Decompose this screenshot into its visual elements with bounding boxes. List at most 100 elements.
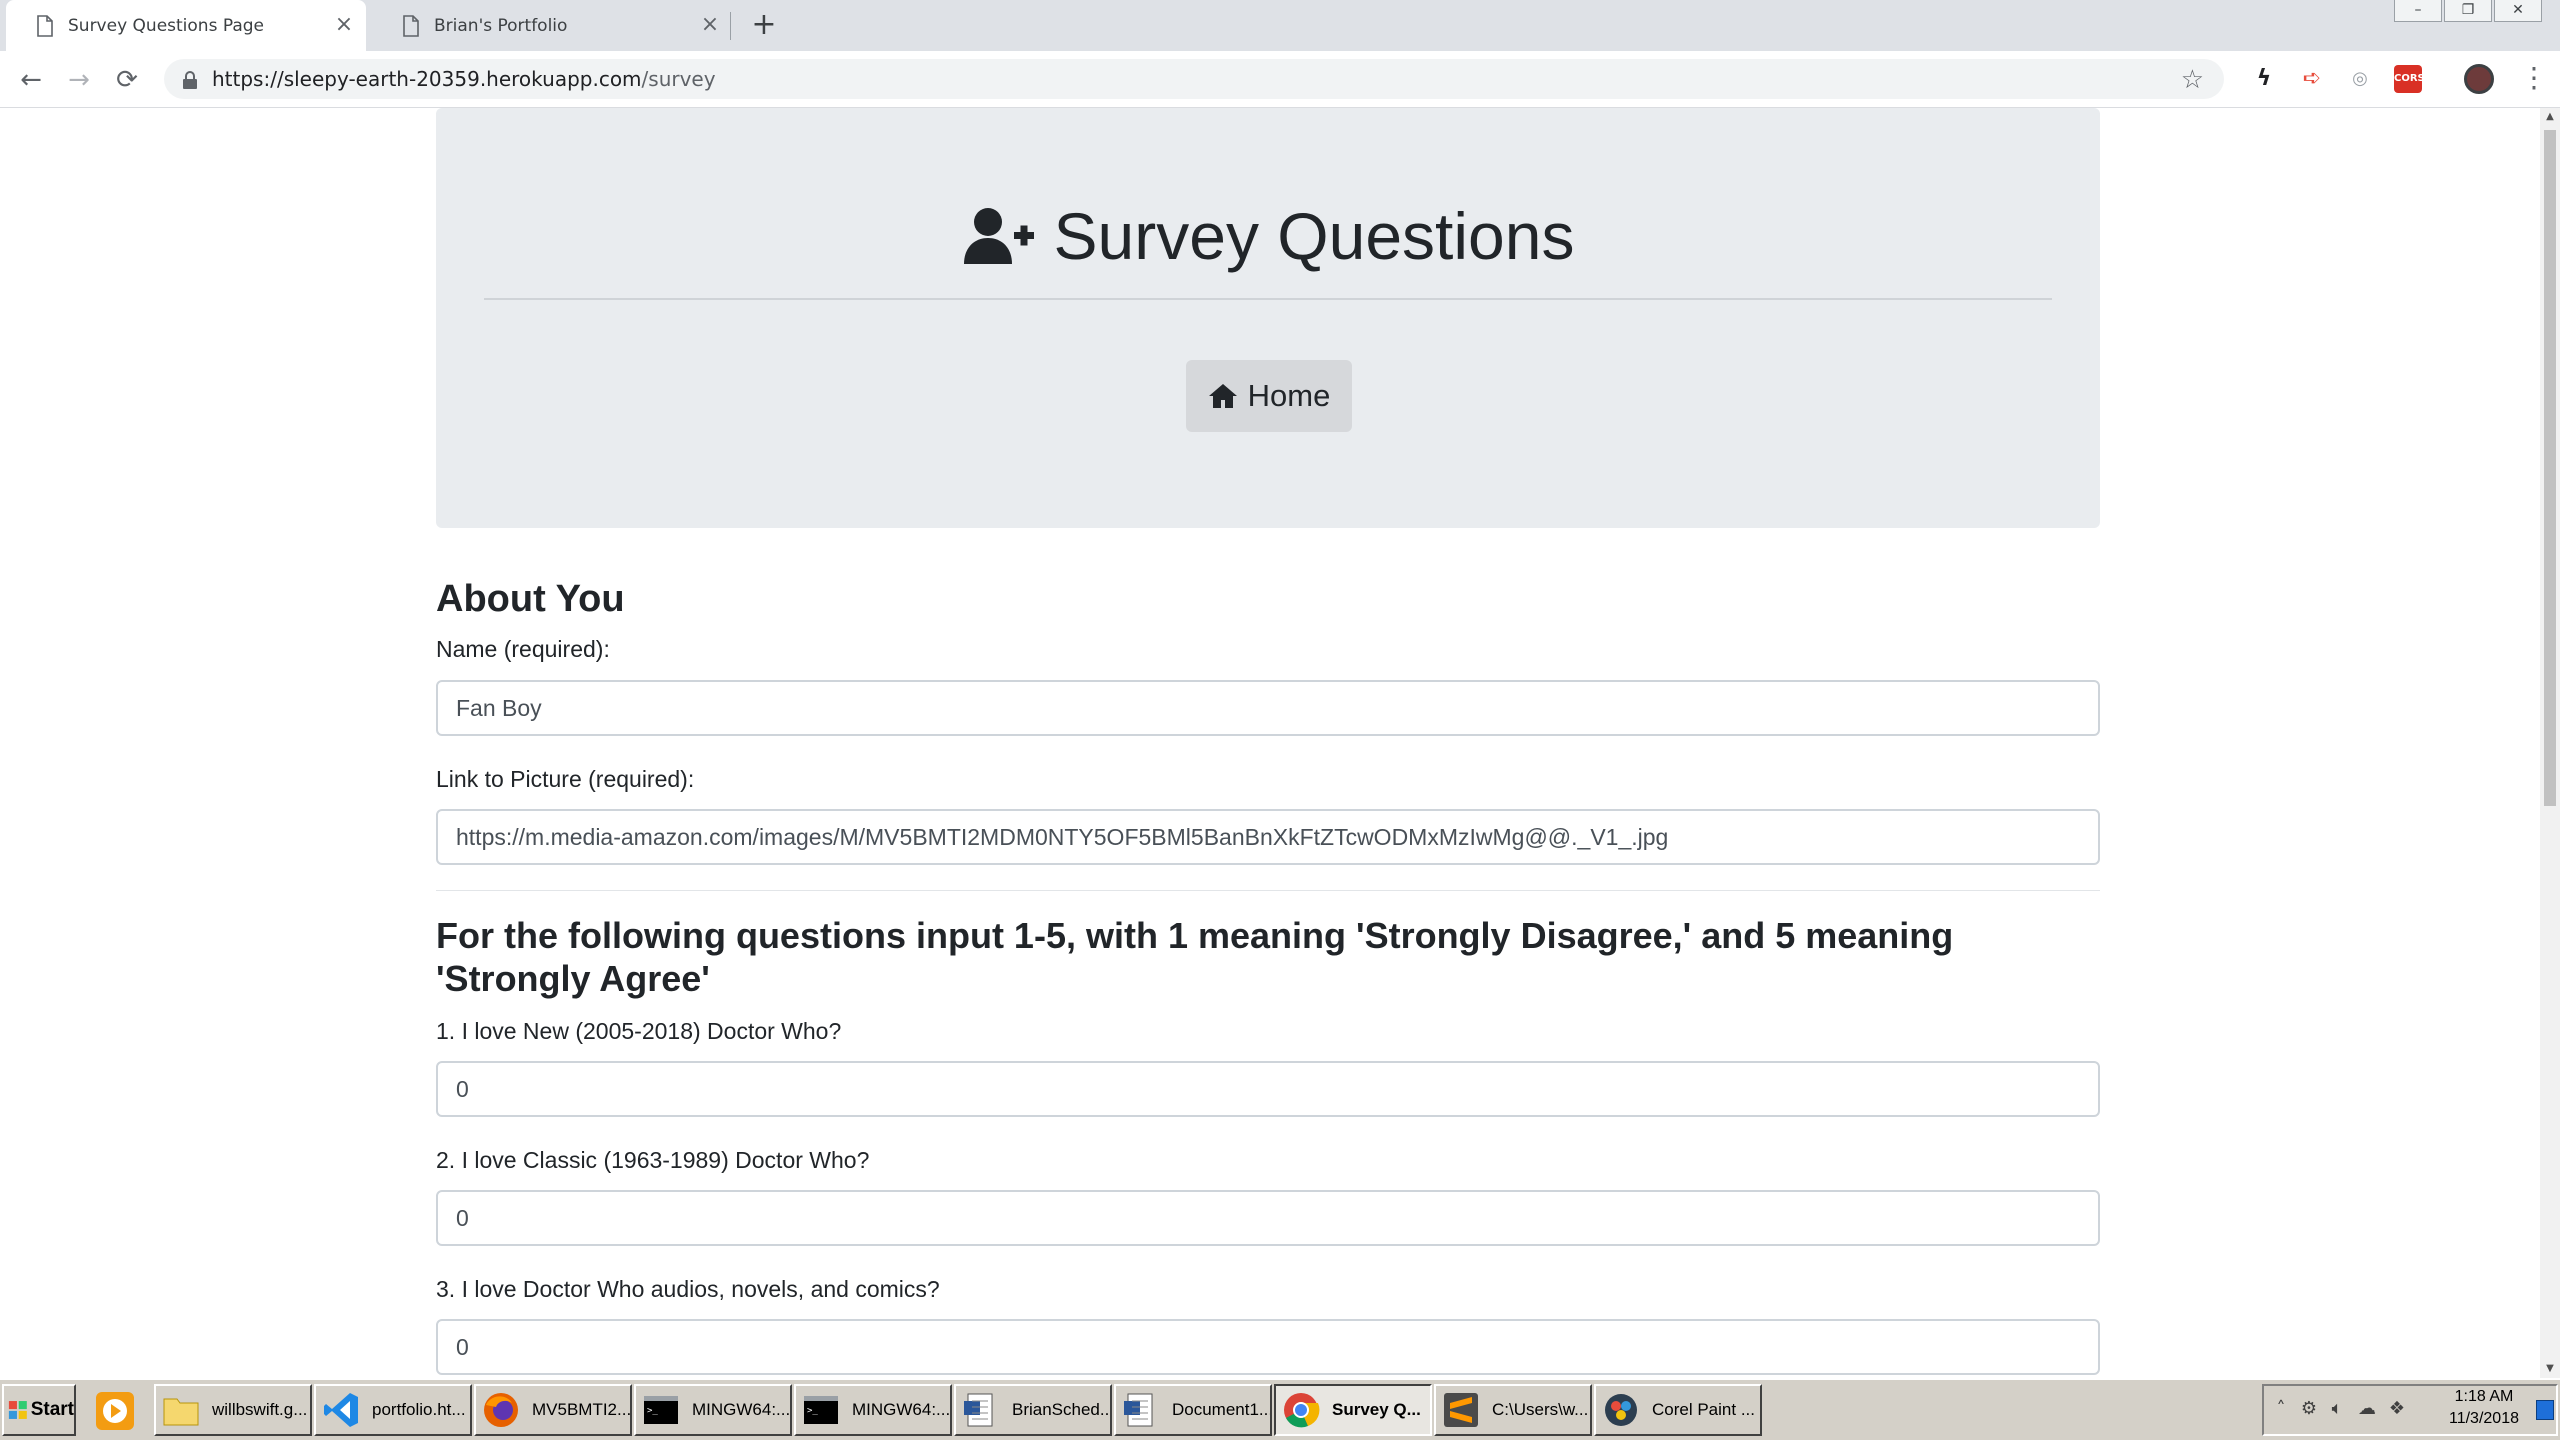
clock-time: 1:18 AM (2454, 1388, 2514, 1405)
name-input[interactable]: Fan Boy (436, 680, 2100, 736)
question-input[interactable]: 0 (436, 1190, 2100, 1246)
page-icon (37, 14, 53, 37)
lock-icon (183, 71, 197, 89)
scroll-down-icon[interactable]: ▼ (2544, 1362, 2556, 1376)
clock-date: 11/3/2018 (2449, 1410, 2519, 1427)
profile-avatar[interactable] (2464, 64, 2494, 94)
home-button-label: Home (1247, 378, 1331, 413)
firefox-icon (484, 1393, 518, 1427)
question-label: 1. I love New (2005-2018) Doctor Who? (436, 1018, 842, 1044)
close-tab-icon[interactable]: × (332, 13, 356, 37)
svg-text:>_: >_ (647, 1406, 658, 1416)
taskbar-item-label: Survey Q... (1332, 1400, 1421, 1419)
corel-icon (1605, 1394, 1637, 1426)
minimize-button[interactable]: – (2394, 0, 2442, 22)
vscode-icon (324, 1393, 358, 1427)
home-button[interactable]: Home (1186, 360, 1352, 432)
url-path: /survey (641, 67, 716, 91)
name-label: Name (required): (436, 636, 610, 662)
tab-brians-portfolio[interactable]: Brian's Portfolio × (372, 0, 732, 51)
taskbar-item-label: C:\Users\w... (1492, 1400, 1589, 1419)
scroll-up-icon[interactable]: ▲ (2544, 110, 2556, 124)
taskbar-item[interactable]: willbswift.g... (154, 1384, 312, 1436)
start-label: Start (30, 1399, 74, 1420)
document-icon (1124, 1393, 1153, 1427)
bookmark-star-icon[interactable]: ☆ (2181, 65, 2204, 95)
cloud-icon[interactable]: ☁ (2356, 1398, 2378, 1420)
taskbar-item-label: Document1... (1172, 1400, 1272, 1419)
terminal-icon: >_ (644, 1396, 678, 1424)
taskbar-item-active[interactable]: Survey Q... (1274, 1384, 1432, 1436)
page-title-text: Survey Questions (1053, 199, 1575, 273)
close-tab-icon[interactable]: × (698, 13, 722, 37)
windows-logo-icon (8, 1401, 27, 1419)
question-input[interactable]: 0 (436, 1319, 2100, 1375)
menu-icon[interactable]: ⋮ (2520, 63, 2548, 93)
taskbar-item-label: BrianSched... (1012, 1400, 1112, 1419)
title-divider (484, 298, 2052, 300)
terminal-icon: >_ (804, 1396, 838, 1424)
restore-button[interactable]: ❐ (2444, 0, 2492, 22)
scroll-thumb[interactable] (2544, 130, 2556, 806)
new-tab-button[interactable]: + (748, 10, 780, 42)
show-desktop-button[interactable] (2536, 1400, 2554, 1420)
taskbar-item-label: MINGW64:... (852, 1400, 951, 1419)
tray-expand-icon[interactable]: ˄ (2270, 1398, 2292, 1420)
jumbotron: Survey Questions Home (436, 108, 2100, 528)
taskbar-item[interactable]: Corel Paint ... (1594, 1384, 1762, 1436)
page-title: Survey Questions (436, 198, 2100, 274)
share-extension-icon[interactable]: ➪ (2298, 65, 2326, 93)
user-plus-icon (963, 208, 1034, 264)
taskbar-item[interactable]: C:\Users\w... (1434, 1384, 1592, 1436)
taskbar: Start willbswift.g... portfolio.ht... MV… (0, 1378, 2560, 1440)
svg-text:>_: >_ (807, 1406, 818, 1416)
close-window-button[interactable]: ✕ (2494, 0, 2542, 22)
taskbar-item-label: MV5BMTI2... (532, 1400, 632, 1419)
address-bar[interactable]: https://sleepy-earth-20359.herokuapp.com… (164, 59, 2224, 99)
taskbar-item[interactable]: >_ MINGW64:... (794, 1384, 952, 1436)
taskbar-item[interactable]: >_ MINGW64:... (634, 1384, 792, 1436)
taskbar-item-label: willbswift.g... (212, 1400, 308, 1419)
question-label: 3. I love Doctor Who audios, novels, and… (436, 1276, 940, 1302)
taskbar-item-label: Corel Paint ... (1652, 1400, 1755, 1419)
start-button[interactable]: Start (2, 1384, 76, 1436)
page-icon (403, 14, 419, 37)
taskbar-item[interactable]: portfolio.ht... (314, 1384, 472, 1436)
back-button[interactable]: ← (16, 65, 46, 95)
volume-icon[interactable]: 🔈︎ (2326, 1398, 2348, 1420)
tab-title: Survey Questions Page (68, 15, 264, 36)
url-text: https://sleepy-earth-20359.herokuapp.com… (212, 59, 716, 99)
picture-input[interactable]: https://m.media-amazon.com/images/M/MV5B… (436, 809, 2100, 865)
taskbar-item[interactable]: Document1... (1114, 1384, 1272, 1436)
browser-toolbar: ← → ⟳ https://sleepy-earth-20359.herokua… (0, 51, 2560, 108)
sublime-icon (1444, 1393, 1478, 1427)
content-container: Survey Questions Home About You Name (re… (436, 108, 2100, 1375)
question-input[interactable]: 0 (436, 1061, 2100, 1117)
folder-icon (163, 1398, 199, 1426)
taskbar-item-label: MINGW64:... (692, 1400, 791, 1419)
page-viewport: Survey Questions Home About You Name (re… (0, 108, 2540, 1378)
taskbar-item[interactable]: MV5BMTI2... (474, 1384, 632, 1436)
reload-button[interactable]: ⟳ (112, 65, 142, 95)
picture-label: Link to Picture (required): (436, 766, 695, 792)
settings-gear-icon[interactable]: ⚙ (2298, 1398, 2320, 1420)
chrome-icon (1284, 1393, 1320, 1428)
browser-chrome: Survey Questions Page × Brian's Portfoli… (0, 0, 2560, 108)
home-icon (1208, 384, 1237, 408)
taskbar-item[interactable]: BrianSched... (954, 1384, 1112, 1436)
question-label: 2. I love Classic (1963-1989) Doctor Who… (436, 1147, 870, 1173)
window-controls: – ❐ ✕ (2392, 0, 2542, 22)
forward-button[interactable]: → (64, 65, 94, 95)
about-you-heading: About You (436, 578, 625, 620)
cors-extension-icon[interactable]: CORS (2394, 65, 2425, 93)
page-scrollbar[interactable]: ▲ ▼ (2540, 108, 2560, 1378)
instructions-heading: For the following questions input 1-5, w… (436, 915, 1954, 999)
url-domain: https://sleepy-earth-20359.herokuapp.com (212, 67, 642, 91)
lightning-extension-icon[interactable]: ϟ (2250, 65, 2278, 93)
document-icon (964, 1393, 993, 1427)
circle-extension-icon[interactable]: ◎ (2346, 65, 2374, 93)
dropbox-icon[interactable]: ❖ (2386, 1398, 2408, 1420)
media-player-icon[interactable] (92, 1388, 138, 1434)
tab-survey-questions[interactable]: Survey Questions Page × (6, 0, 366, 51)
section-divider (436, 890, 2100, 891)
